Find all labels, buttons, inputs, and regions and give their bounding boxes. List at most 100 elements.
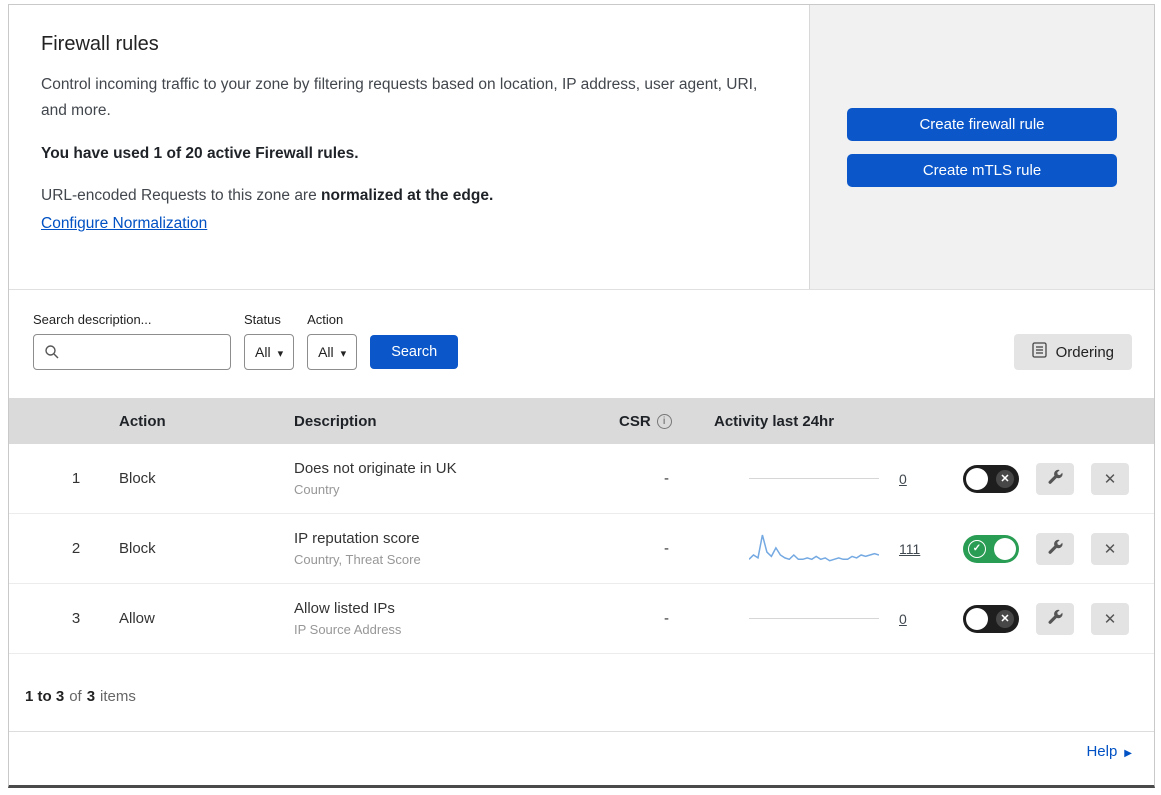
- create-mtls-rule-button[interactable]: Create mTLS rule: [847, 153, 1117, 187]
- action-selected-value: All: [318, 344, 334, 360]
- search-group: Search description...: [33, 312, 231, 370]
- help-link[interactable]: Help: [1086, 743, 1132, 760]
- delete-rule-button[interactable]: [1091, 602, 1129, 635]
- normalization-bold: normalized at the edge.: [321, 187, 494, 205]
- action-label: Action: [307, 312, 344, 327]
- rule-activity-cell: 0: [714, 460, 944, 498]
- rule-priority: 2: [71, 540, 81, 557]
- intro-description: Control incoming traffic to your zone by…: [41, 76, 758, 119]
- action-select[interactable]: All: [307, 334, 358, 370]
- rule-priority: 3: [71, 610, 81, 627]
- header-action: Action: [119, 412, 166, 430]
- rule-enabled-toggle[interactable]: [963, 534, 1019, 563]
- rule-activity-cell: 111: [714, 530, 944, 568]
- header-activity: Activity last 24hr: [714, 412, 835, 430]
- usage-summary: You have used 1 of 20 active Firewall ru…: [41, 145, 359, 163]
- items-total: 3: [86, 688, 96, 705]
- activity-sparkline: [749, 600, 879, 638]
- info-icon[interactable]: [656, 413, 672, 429]
- firewall-rules-intro: Firewall rules Control incoming traffic …: [9, 5, 810, 289]
- pagination-summary: 1 to 3 of 3 items: [9, 654, 1154, 731]
- rule-controls: [944, 462, 1154, 495]
- activity-count-link[interactable]: 0: [899, 471, 907, 487]
- create-firewall-rule-button[interactable]: Create firewall rule: [847, 107, 1117, 141]
- normalization-note: URL-encoded Requests to this zone are no…: [41, 187, 769, 205]
- intro-strip: Firewall rules Control incoming traffic …: [9, 5, 1154, 290]
- firewall-rules-page: Firewall rules Control incoming traffic …: [8, 4, 1155, 788]
- rule-csr: -: [664, 610, 669, 627]
- items-of: of: [69, 688, 82, 705]
- close-icon: [1104, 540, 1117, 558]
- action-filter-group: Action All: [307, 312, 358, 370]
- close-icon: [1104, 470, 1117, 488]
- help-label: Help: [1086, 743, 1118, 760]
- delete-rule-button[interactable]: [1091, 532, 1129, 565]
- edit-rule-button[interactable]: [1036, 602, 1074, 635]
- header-csr: CSR: [619, 413, 714, 430]
- chevron-down-icon: [341, 344, 347, 360]
- toggle-state-icon: [968, 539, 986, 558]
- rule-action: Allow: [119, 610, 155, 627]
- status-selected-value: All: [255, 344, 271, 360]
- close-icon: [1104, 610, 1117, 628]
- rule-enabled-toggle[interactable]: [963, 604, 1019, 633]
- rule-criteria: IP Source Address: [294, 622, 402, 637]
- search-input[interactable]: [33, 334, 231, 370]
- status-select[interactable]: All: [244, 334, 295, 370]
- wrench-icon: [1046, 538, 1064, 559]
- rule-description-cell: Does not originate in UK Country: [294, 460, 619, 497]
- ordering-label: Ordering: [1055, 343, 1114, 361]
- activity-count-link[interactable]: 111: [899, 541, 920, 557]
- rule-controls: [944, 532, 1154, 565]
- toggle-knob: [994, 537, 1016, 560]
- configure-normalization-link[interactable]: Configure Normalization: [41, 215, 207, 233]
- toggle-state-icon: [996, 469, 1014, 488]
- rule-enabled-toggle[interactable]: [963, 464, 1019, 493]
- rule-criteria: Country, Threat Score: [294, 552, 421, 567]
- rule-description: Does not originate in UK: [294, 460, 457, 477]
- arrow-right-icon: [1124, 743, 1132, 760]
- activity-sparkline: [749, 460, 879, 498]
- filter-bar: Search description... Status All Action …: [9, 290, 1154, 398]
- status-label: Status: [244, 312, 281, 327]
- rule-activity-cell: 0: [714, 600, 944, 638]
- rule-csr: -: [664, 540, 669, 557]
- ordering-button[interactable]: Ordering: [1013, 334, 1132, 370]
- items-label: items: [100, 688, 136, 705]
- normalization-text: URL-encoded Requests to this zone are: [41, 187, 317, 205]
- wrench-icon: [1046, 468, 1064, 489]
- rule-criteria: Country: [294, 482, 340, 497]
- toggle-state-icon: [996, 609, 1014, 628]
- chevron-down-icon: [278, 344, 284, 360]
- rule-description-cell: Allow listed IPs IP Source Address: [294, 600, 619, 637]
- edit-rule-button[interactable]: [1036, 532, 1074, 565]
- rule-description-cell: IP reputation score Country, Threat Scor…: [294, 530, 619, 567]
- table-row: 1 Block Does not originate in UK Country…: [9, 444, 1154, 514]
- rule-action: Block: [119, 470, 156, 487]
- edit-rule-button[interactable]: [1036, 462, 1074, 495]
- search-label: Search description...: [33, 312, 152, 327]
- table-header: Action Description CSR Activity last 24h…: [9, 398, 1154, 444]
- page-title: Firewall rules: [41, 33, 159, 55]
- activity-sparkline: [749, 530, 879, 568]
- header-csr-label: CSR: [619, 412, 651, 430]
- rule-action: Block: [119, 540, 156, 557]
- rule-description: Allow listed IPs: [294, 600, 395, 617]
- toggle-knob: [966, 467, 988, 490]
- rule-description: IP reputation score: [294, 530, 420, 547]
- rule-priority: 1: [71, 470, 81, 487]
- items-range: 1 to 3: [25, 688, 65, 705]
- rule-controls: [944, 602, 1154, 635]
- ordering-list-icon: [1031, 342, 1047, 362]
- toggle-knob: [966, 607, 988, 630]
- cta-panel: Create firewall rule Create mTLS rule: [810, 5, 1154, 289]
- search-button[interactable]: Search: [370, 335, 459, 369]
- rule-csr: -: [664, 470, 669, 487]
- status-filter-group: Status All: [244, 312, 295, 370]
- wrench-icon: [1046, 608, 1064, 629]
- table-row: 2 Block IP reputation score Country, Thr…: [9, 514, 1154, 584]
- delete-rule-button[interactable]: [1091, 462, 1129, 495]
- help-bar: Help: [9, 731, 1154, 773]
- table-row: 3 Allow Allow listed IPs IP Source Addre…: [9, 584, 1154, 654]
- activity-count-link[interactable]: 0: [899, 611, 907, 627]
